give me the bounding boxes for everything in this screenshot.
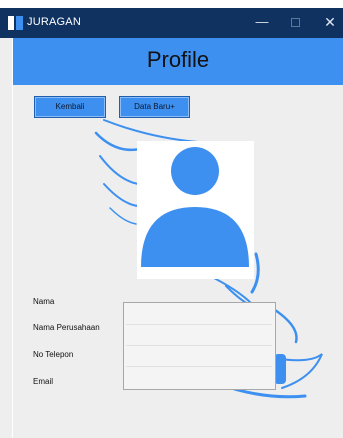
label-email: Email bbox=[33, 377, 54, 386]
user-icon bbox=[141, 147, 249, 267]
app-window: JURAGAN — ✕ Profile Kembali Data Baru+ N… bbox=[0, 8, 343, 438]
label-no-telepon: No Telepon bbox=[33, 350, 74, 359]
avatar bbox=[137, 141, 254, 279]
label-nama-perusahaan: Nama Perusahaan bbox=[33, 323, 100, 332]
nama-value bbox=[126, 311, 129, 320]
email-value bbox=[126, 374, 129, 383]
nama-perusahaan-field[interactable] bbox=[126, 326, 272, 346]
profile-data-box bbox=[123, 302, 276, 390]
nama-perusahaan-value bbox=[126, 332, 129, 341]
label-nama: Nama bbox=[33, 297, 55, 306]
no-telepon-field[interactable] bbox=[126, 347, 272, 367]
new-data-button[interactable]: Data Baru+ bbox=[119, 96, 190, 118]
email-field[interactable] bbox=[126, 368, 272, 387]
nama-field[interactable] bbox=[126, 305, 272, 325]
back-button[interactable]: Kembali bbox=[34, 96, 106, 118]
no-telepon-value bbox=[126, 353, 129, 362]
